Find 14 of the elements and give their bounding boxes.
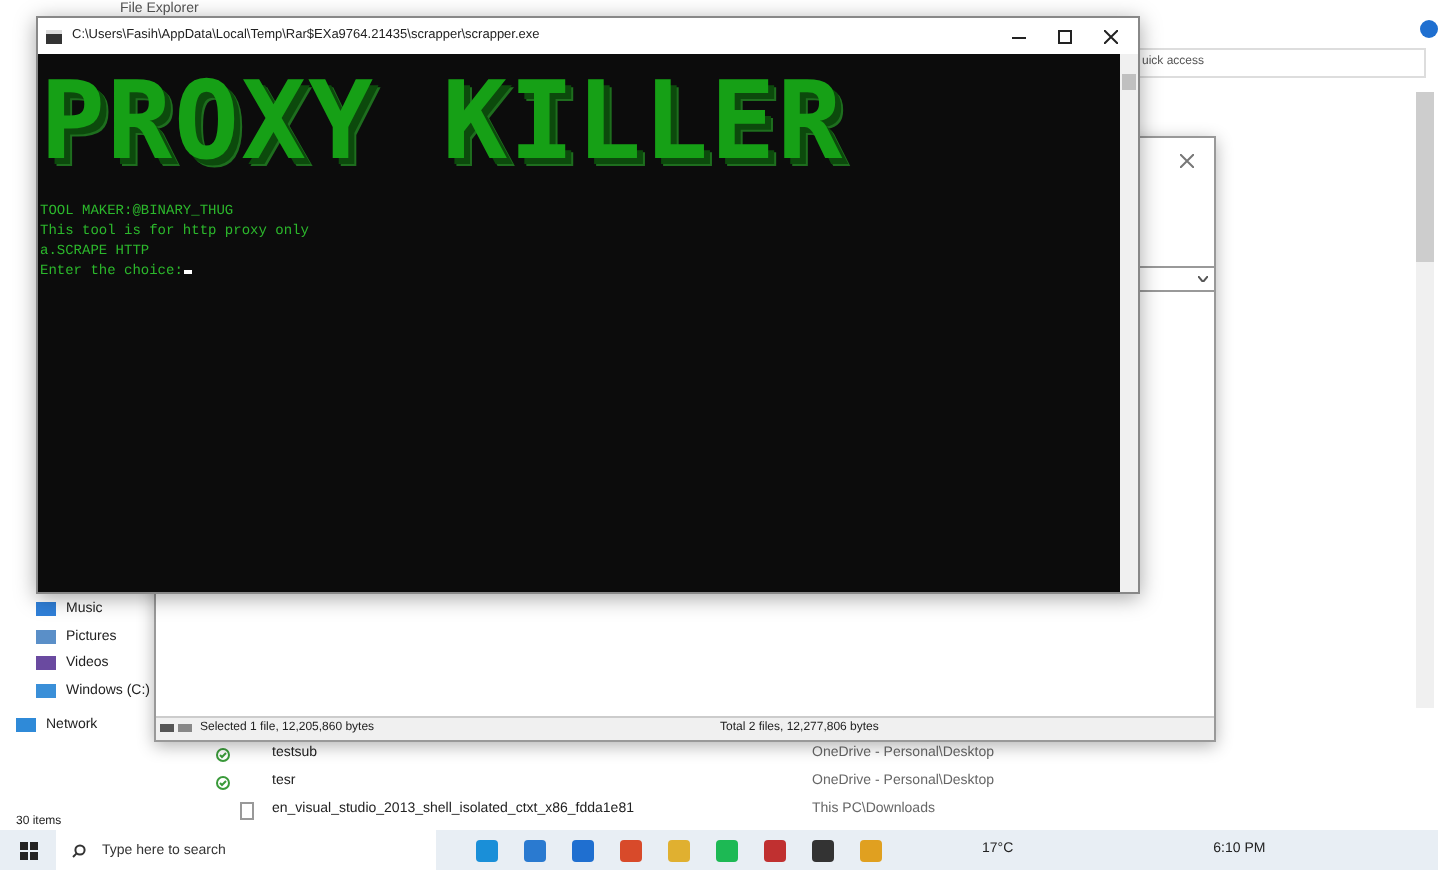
check-circle-icon	[216, 747, 230, 761]
film-icon	[36, 654, 56, 673]
maximize-icon[interactable]	[1058, 29, 1072, 43]
close-icon[interactable]	[1104, 29, 1118, 43]
help-icon[interactable]	[1420, 20, 1438, 38]
scrollbar[interactable]	[1416, 92, 1434, 708]
scrollbar[interactable]	[1120, 54, 1138, 592]
check-circle-icon	[216, 775, 230, 789]
chevron-down-icon	[1198, 276, 1208, 282]
banner-title: PROXY KILLER	[40, 66, 847, 178]
file-icon	[240, 801, 254, 819]
search-icon	[72, 844, 86, 858]
console-icon	[46, 29, 62, 43]
windows-start-icon[interactable]	[20, 841, 38, 859]
